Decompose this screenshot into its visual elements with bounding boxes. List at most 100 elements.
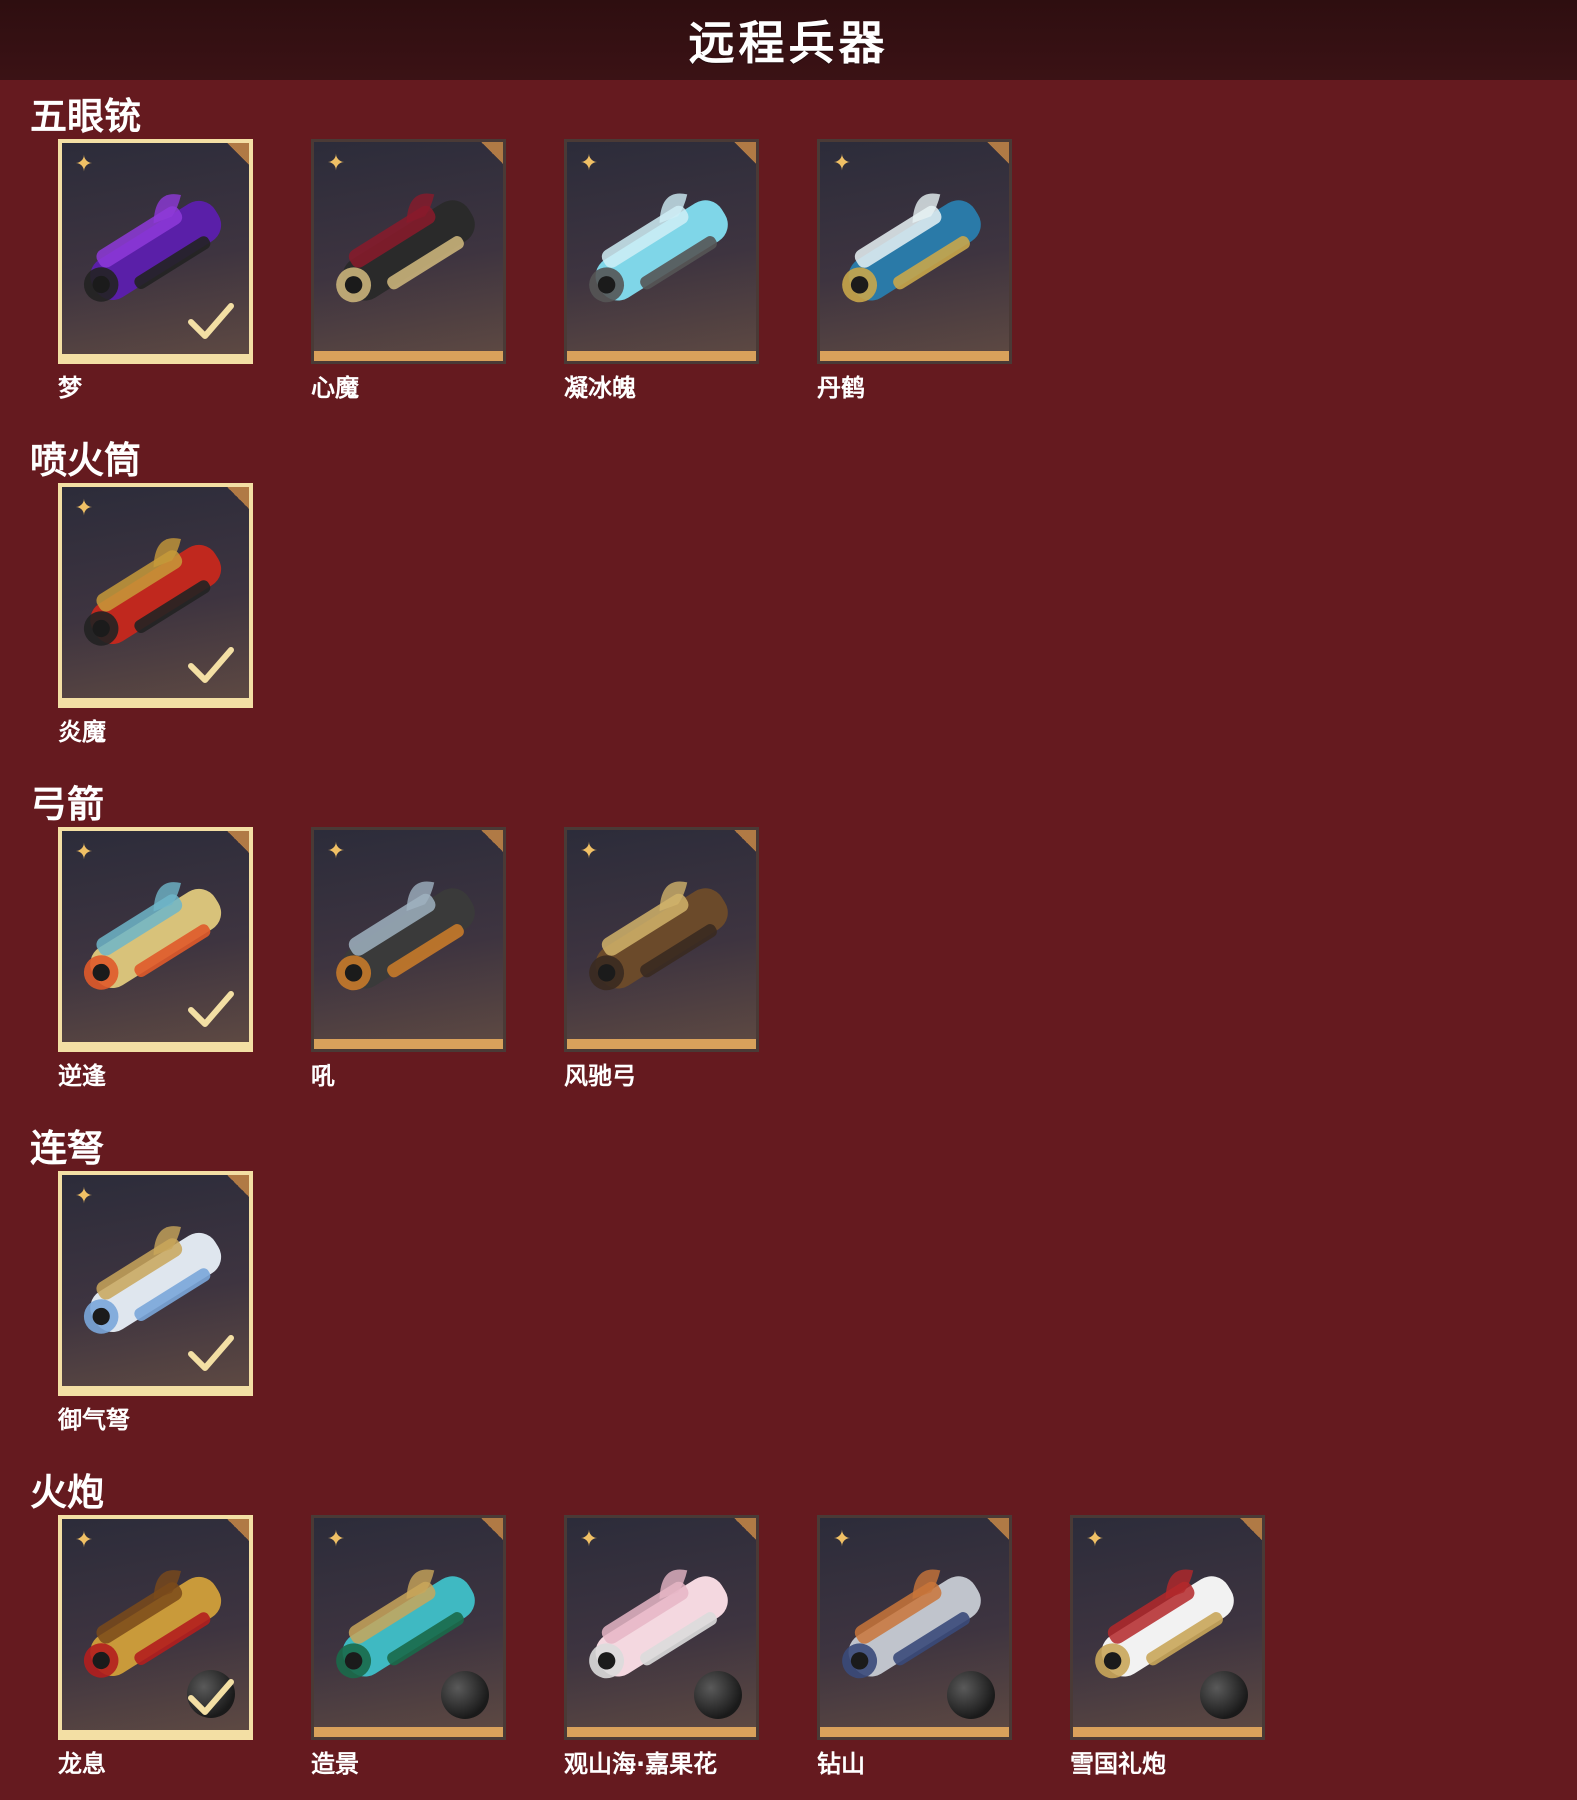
- card-base-bar: [62, 1042, 249, 1048]
- weapon-item[interactable]: ✦ 梦: [58, 139, 253, 402]
- weapon-name: 丹鹤: [817, 374, 865, 402]
- checkmark-icon: [188, 1335, 234, 1371]
- card-base-bar: [62, 1386, 249, 1392]
- rarity-star-icon: ✦: [74, 496, 94, 521]
- rarity-star-icon: ✦: [74, 840, 94, 865]
- weapon-name: 钻山: [817, 1750, 865, 1778]
- weapon-section: 弓箭 ✦ 逆逢 ✦ 吼 ✦ 风驰弓: [0, 768, 1577, 1112]
- weapon-grid: ✦ 逆逢 ✦ 吼 ✦ 风驰弓: [58, 827, 1458, 1090]
- weapon-item[interactable]: ✦ 心魔: [311, 139, 506, 402]
- weapon-card[interactable]: ✦: [58, 827, 253, 1052]
- section-title: 火炮: [30, 1471, 104, 1514]
- card-base-bar: [62, 354, 249, 360]
- rarity-star-icon: ✦: [832, 1527, 852, 1552]
- rarity-star-icon: ✦: [579, 839, 599, 864]
- weapon-name: 吼: [311, 1062, 335, 1090]
- weapon-name: 观山海·嘉果花: [564, 1750, 718, 1778]
- weapon-card[interactable]: ✦: [564, 139, 759, 364]
- weapon-grid: ✦ 炎魔: [58, 483, 1458, 746]
- weapon-item[interactable]: ✦ 观山海·嘉果花: [564, 1515, 759, 1778]
- corner-tag-icon: [227, 143, 249, 165]
- weapon-section: 喷火筒 ✦ 炎魔: [0, 424, 1577, 768]
- weapon-item[interactable]: ✦ 凝冰魄: [564, 139, 759, 402]
- card-base-bar: [62, 1730, 249, 1736]
- corner-tag-icon: [227, 1175, 249, 1197]
- weapon-item[interactable]: ✦ 风驰弓: [564, 827, 759, 1090]
- card-base-bar: [567, 351, 756, 361]
- weapon-card[interactable]: ✦: [817, 1515, 1012, 1740]
- weapon-card[interactable]: ✦: [311, 827, 506, 1052]
- section-title: 弓箭: [30, 783, 104, 826]
- weapon-card[interactable]: ✦: [817, 139, 1012, 364]
- cannonball-icon: [441, 1671, 489, 1719]
- card-base-bar: [314, 1039, 503, 1049]
- weapon-section: 五眼铳 ✦ 梦 ✦ 心魔 ✦ 凝冰魄 ✦ 丹鹤: [0, 80, 1577, 424]
- corner-tag-icon: [481, 142, 503, 164]
- card-base-bar: [62, 698, 249, 704]
- weapon-name: 造景: [311, 1750, 359, 1778]
- weapon-section: 火炮 ✦ 龙息 ✦ 造景 ✦ 观山海·嘉果花 ✦ 钻山 ✦ 雪国礼炮: [0, 1456, 1577, 1800]
- rarity-star-icon: ✦: [74, 152, 94, 177]
- weapon-grid: ✦ 龙息 ✦ 造景 ✦ 观山海·嘉果花 ✦ 钻山 ✦ 雪国礼炮: [58, 1515, 1458, 1778]
- checkmark-icon: [188, 1679, 234, 1715]
- weapon-card[interactable]: ✦: [311, 139, 506, 364]
- weapon-name: 梦: [58, 374, 82, 402]
- weapon-card[interactable]: ✦: [564, 1515, 759, 1740]
- weapon-item[interactable]: ✦ 钻山: [817, 1515, 1012, 1778]
- weapon-item[interactable]: ✦ 丹鹤: [817, 139, 1012, 402]
- header-bar: 远程兵器: [0, 0, 1577, 80]
- card-base-bar: [314, 1727, 503, 1737]
- corner-tag-icon: [481, 1518, 503, 1540]
- checkmark-icon: [188, 303, 234, 339]
- rarity-star-icon: ✦: [74, 1528, 94, 1553]
- weapon-item[interactable]: ✦ 龙息: [58, 1515, 253, 1778]
- card-base-bar: [1073, 1727, 1262, 1737]
- section-title: 五眼铳: [30, 95, 141, 138]
- rarity-star-icon: ✦: [579, 1527, 599, 1552]
- weapon-card[interactable]: ✦: [58, 1171, 253, 1396]
- rarity-star-icon: ✦: [74, 1184, 94, 1209]
- weapon-item[interactable]: ✦ 造景: [311, 1515, 506, 1778]
- section-title: 喷火筒: [30, 439, 141, 482]
- corner-tag-icon: [227, 487, 249, 509]
- checkmark-icon: [188, 991, 234, 1027]
- rarity-star-icon: ✦: [832, 151, 852, 176]
- corner-tag-icon: [1240, 1518, 1262, 1540]
- weapon-name: 龙息: [58, 1750, 106, 1778]
- card-base-bar: [820, 351, 1009, 361]
- weapon-card[interactable]: ✦: [564, 827, 759, 1052]
- rarity-star-icon: ✦: [579, 151, 599, 176]
- cannonball-icon: [694, 1671, 742, 1719]
- weapon-grid: ✦ 御气弩: [58, 1171, 1458, 1434]
- corner-tag-icon: [227, 831, 249, 853]
- weapon-name: 御气弩: [58, 1406, 130, 1434]
- weapon-name: 雪国礼炮: [1070, 1750, 1166, 1778]
- weapon-item[interactable]: ✦ 雪国礼炮: [1070, 1515, 1265, 1778]
- corner-tag-icon: [481, 830, 503, 852]
- page-title: 远程兵器: [688, 16, 889, 70]
- weapon-card[interactable]: ✦: [1070, 1515, 1265, 1740]
- weapon-card[interactable]: ✦: [311, 1515, 506, 1740]
- weapon-item[interactable]: ✦ 御气弩: [58, 1171, 253, 1434]
- weapon-item[interactable]: ✦ 逆逢: [58, 827, 253, 1090]
- rarity-star-icon: ✦: [326, 1527, 346, 1552]
- weapon-name: 逆逢: [58, 1062, 106, 1090]
- weapon-section: 连弩 ✦ 御气弩: [0, 1112, 1577, 1456]
- card-base-bar: [567, 1039, 756, 1049]
- corner-tag-icon: [734, 1518, 756, 1540]
- rarity-star-icon: ✦: [326, 151, 346, 176]
- weapon-card[interactable]: ✦: [58, 483, 253, 708]
- rarity-star-icon: ✦: [1085, 1527, 1105, 1552]
- cannonball-icon: [947, 1671, 995, 1719]
- weapon-name: 炎魔: [58, 718, 106, 746]
- weapon-item[interactable]: ✦ 炎魔: [58, 483, 253, 746]
- card-base-bar: [314, 351, 503, 361]
- card-base-bar: [567, 1727, 756, 1737]
- weapon-card[interactable]: ✦: [58, 139, 253, 364]
- cannonball-icon: [1200, 1671, 1248, 1719]
- weapon-grid: ✦ 梦 ✦ 心魔 ✦ 凝冰魄 ✦ 丹鹤: [58, 139, 1458, 402]
- weapon-item[interactable]: ✦ 吼: [311, 827, 506, 1090]
- checkmark-icon: [188, 647, 234, 683]
- weapon-card[interactable]: ✦: [58, 1515, 253, 1740]
- weapon-name: 风驰弓: [564, 1062, 636, 1090]
